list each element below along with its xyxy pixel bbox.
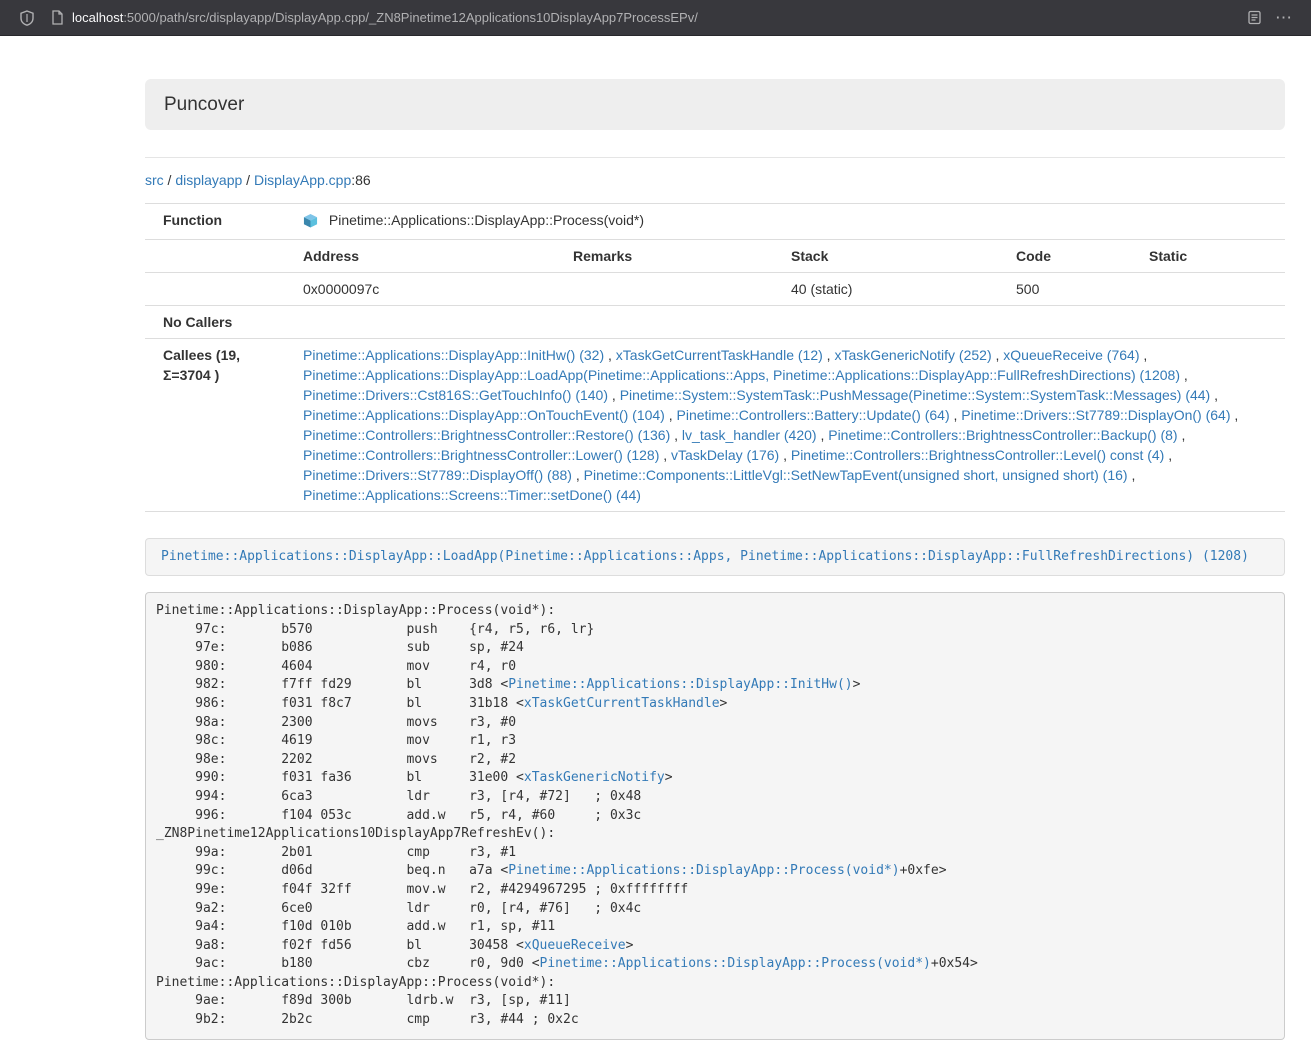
- breadcrumb: src / displayapp / DisplayApp.cpp:86: [145, 170, 1285, 190]
- column-remarks: Remarks: [565, 240, 783, 273]
- callee-link[interactable]: vTaskDelay (176): [671, 447, 779, 463]
- column-static: Static: [1141, 240, 1285, 273]
- function-row-label: Function: [145, 204, 295, 240]
- callee-link[interactable]: xTaskGetCurrentTaskHandle (12): [616, 347, 823, 363]
- no-callers-label: No Callers: [145, 306, 295, 339]
- breadcrumb-separator: /: [164, 172, 176, 188]
- assembly-code: Pinetime::Applications::DisplayApp::Proc…: [145, 592, 1285, 1040]
- page-info-icon[interactable]: [44, 5, 70, 31]
- url-path: :5000/path/src/displayapp/DisplayApp.cpp…: [123, 10, 698, 25]
- empty-label-cell: [145, 240, 295, 273]
- symbol-link[interactable]: xTaskGenericNotify: [524, 770, 665, 785]
- callee-link[interactable]: Pinetime::System::SystemTask::PushMessag…: [620, 387, 1211, 403]
- divider: [145, 157, 1285, 158]
- callee-link[interactable]: Pinetime::Controllers::BrightnessControl…: [828, 427, 1177, 443]
- url-host: localhost: [72, 10, 123, 25]
- function-name: Pinetime::Applications::DisplayApp::Proc…: [329, 212, 644, 228]
- column-stack: Stack: [783, 240, 1008, 273]
- symbol-link[interactable]: xQueueReceive: [524, 938, 626, 953]
- column-code: Code: [1008, 240, 1141, 273]
- callee-link[interactable]: Pinetime::Controllers::BrightnessControl…: [303, 427, 670, 443]
- column-address: Address: [295, 240, 565, 273]
- page-content: Puncover src / displayapp / DisplayApp.c…: [145, 79, 1285, 1040]
- symbol-table: Function Pinetime::Applications::Display…: [145, 203, 1285, 512]
- callee-link[interactable]: lv_task_handler (420): [682, 427, 817, 443]
- function-row: Function Pinetime::Applications::Display…: [145, 204, 1285, 240]
- stats-value-row: 0x0000097c 40 (static) 500: [145, 273, 1285, 306]
- callee-link[interactable]: Pinetime::Drivers::St7789::DisplayOn() (…: [961, 407, 1230, 423]
- panel-symbol-link[interactable]: Pinetime::Applications::DisplayApp::Load…: [161, 549, 1249, 564]
- symbol-link[interactable]: Pinetime::Applications::DisplayApp::Proc…: [540, 956, 931, 971]
- callee-link[interactable]: Pinetime::Applications::DisplayApp::Init…: [303, 347, 604, 363]
- static-value: [1141, 273, 1285, 306]
- app-header: Puncover: [145, 79, 1285, 130]
- reader-view-icon[interactable]: [1241, 5, 1267, 31]
- callee-link[interactable]: Pinetime::Applications::DisplayApp::OnTo…: [303, 407, 665, 423]
- symbol-link[interactable]: xTaskGetCurrentTaskHandle: [524, 696, 720, 711]
- symbol-link[interactable]: Pinetime::Applications::DisplayApp::Proc…: [508, 863, 899, 878]
- code-value: 500: [1008, 273, 1141, 306]
- symbol-link[interactable]: Pinetime::Applications::DisplayApp::Init…: [508, 677, 852, 692]
- callee-link[interactable]: xQueueReceive (764): [1003, 347, 1139, 363]
- address-value: 0x0000097c: [295, 273, 565, 306]
- callee-link[interactable]: Pinetime::Applications::Screens::Timer::…: [303, 487, 641, 503]
- callees-row: Callees (19, Σ=3704 ) Pinetime::Applicat…: [145, 339, 1285, 512]
- breadcrumb-line-number: :86: [351, 172, 370, 188]
- function-cell: Pinetime::Applications::DisplayApp::Proc…: [295, 204, 1285, 240]
- callees-label: Callees (19, Σ=3704 ): [145, 339, 295, 512]
- callee-link[interactable]: Pinetime::Drivers::Cst816S::GetTouchInfo…: [303, 387, 608, 403]
- no-callers-cell: [295, 306, 1285, 339]
- callee-link[interactable]: Pinetime::Applications::DisplayApp::Load…: [303, 367, 1180, 383]
- callee-link[interactable]: Pinetime::Controllers::BrightnessControl…: [791, 447, 1164, 463]
- method-icon: [303, 213, 318, 233]
- url-bar[interactable]: localhost:5000/path/src/displayapp/Displ…: [72, 10, 1239, 25]
- breadcrumb-separator: /: [242, 172, 254, 188]
- breadcrumb-link[interactable]: DisplayApp.cpp: [254, 172, 351, 188]
- browser-toolbar: localhost:5000/path/src/displayapp/Displ…: [0, 0, 1311, 36]
- callee-link[interactable]: Pinetime::Drivers::St7789::DisplayOff() …: [303, 467, 572, 483]
- callee-link[interactable]: Pinetime::Components::LittleVgl::SetNewT…: [584, 467, 1128, 483]
- shield-icon[interactable]: [14, 5, 40, 31]
- panel-heading: Pinetime::Applications::DisplayApp::Load…: [145, 538, 1285, 576]
- empty-label-cell: [145, 273, 295, 306]
- stats-header-row: Address Remarks Stack Code Static: [145, 240, 1285, 273]
- breadcrumb-link[interactable]: src: [145, 172, 164, 188]
- callees-list: Pinetime::Applications::DisplayApp::Init…: [295, 339, 1285, 512]
- no-callers-row: No Callers: [145, 306, 1285, 339]
- remarks-value: [565, 273, 783, 306]
- callee-link[interactable]: Pinetime::Controllers::Battery::Update()…: [677, 407, 950, 423]
- breadcrumb-link[interactable]: displayapp: [175, 172, 242, 188]
- stack-value: 40 (static): [783, 273, 1008, 306]
- callee-link[interactable]: xTaskGenericNotify (252): [834, 347, 991, 363]
- callee-link[interactable]: Pinetime::Controllers::BrightnessControl…: [303, 447, 659, 463]
- overflow-menu-icon[interactable]: ⋯: [1269, 8, 1299, 28]
- app-title: Puncover: [164, 94, 1266, 115]
